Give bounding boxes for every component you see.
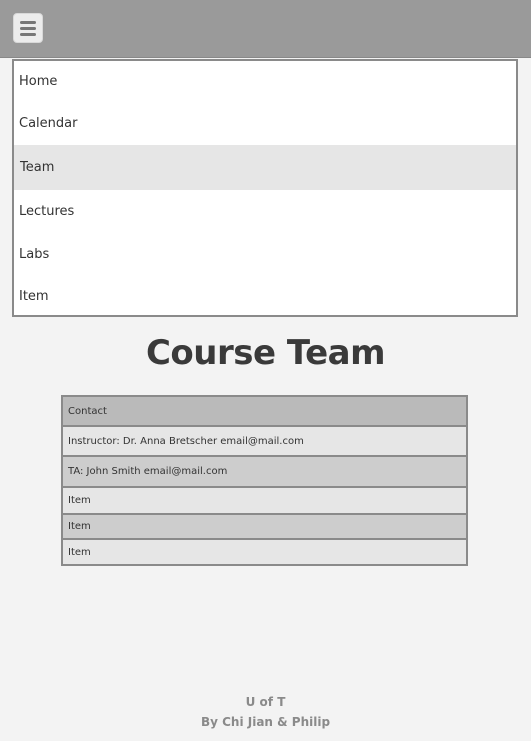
table-cell: Instructor: Dr. Anna Bretscher email@mai… xyxy=(68,435,304,447)
nav-item-label: Team xyxy=(20,160,55,175)
nav-item-label: Calendar xyxy=(19,116,78,131)
nav-item-label: Home xyxy=(19,74,58,89)
table-row: TA: John Smith email@mail.com xyxy=(63,457,466,488)
table-cell: Item xyxy=(68,546,91,558)
nav-item-item[interactable]: Item xyxy=(14,276,516,317)
nav-item-lectures[interactable]: Lectures xyxy=(14,190,516,234)
table-row: Item xyxy=(63,488,466,515)
nav-item-team[interactable]: Team xyxy=(14,145,516,190)
table-row: Instructor: Dr. Anna Bretscher email@mai… xyxy=(63,427,466,457)
table-header-label: Contact xyxy=(68,405,107,417)
hamburger-line xyxy=(20,33,36,36)
table-header-row: Contact xyxy=(63,397,466,427)
table-cell: TA: John Smith email@mail.com xyxy=(68,466,228,477)
page-title: Course Team xyxy=(145,333,386,373)
nav-item-labs[interactable]: Labs xyxy=(14,234,516,276)
table-row: Item xyxy=(63,515,466,540)
table-row: Item xyxy=(63,540,466,564)
nav-menu: Home Calendar Team Lectures Labs Item xyxy=(12,59,518,317)
nav-item-label: Lectures xyxy=(19,204,75,219)
table-cell: Item xyxy=(68,521,91,532)
nav-item-label: Item xyxy=(19,289,49,304)
table-cell: Item xyxy=(68,495,91,506)
nav-item-home[interactable]: Home xyxy=(14,61,516,103)
footer-line-2: By Chi Jian & Philip xyxy=(200,715,331,729)
footer-line-1: U of T xyxy=(245,695,286,709)
hamburger-menu-icon[interactable] xyxy=(13,13,43,43)
hamburger-line xyxy=(20,21,36,24)
nav-item-label: Labs xyxy=(19,247,50,262)
hamburger-line xyxy=(20,27,36,30)
nav-item-calendar[interactable]: Calendar xyxy=(14,103,516,145)
team-contact-table: Contact Instructor: Dr. Anna Bretscher e… xyxy=(61,395,468,566)
top-bar xyxy=(0,0,531,58)
